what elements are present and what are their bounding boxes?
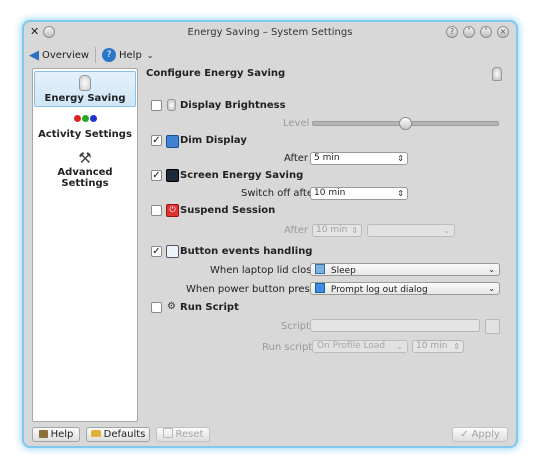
sidebar-item-label: Activity Settings (38, 129, 132, 140)
chevron-down-icon: ⌄ (488, 265, 495, 274)
page-title: Configure Energy Saving (146, 68, 286, 79)
script-path-input[interactable] (310, 319, 480, 332)
power-icon: ⏻ (166, 204, 179, 217)
help-menu-button[interactable]: ? Help ⌄ (102, 46, 154, 64)
dim-after-spinbox[interactable]: 5 min ⇕ (310, 152, 408, 165)
reset-icon (162, 428, 173, 438)
spin-arrows-icon[interactable]: ⇕ (397, 153, 404, 164)
button-events-label: Button events handling (180, 246, 313, 257)
system-settings-window: ✕ Energy Saving – System Settings ? ˅ ˄ … (24, 22, 516, 446)
apply-button[interactable]: ✓ Apply (452, 427, 508, 442)
overview-button[interactable]: ◀ Overview (29, 46, 89, 64)
monitor-icon (166, 135, 179, 148)
lid-closed-label: When laptop lid closed (210, 265, 324, 276)
display-brightness-label: Display Brightness (180, 100, 286, 111)
help-icon: ? (102, 48, 116, 62)
spin-arrows-icon[interactable]: ⇕ (397, 188, 404, 199)
title-bar: ✕ Energy Saving – System Settings ? ˅ ˄ … (24, 22, 516, 44)
power-button-label: When power button pressed (186, 284, 328, 295)
help-label: Help (119, 49, 142, 61)
sidebar: Energy Saving Activity Settings ⚒ Advanc… (32, 68, 138, 422)
suspend-action-combo[interactable]: ⌄ (367, 224, 455, 237)
sidebar-item-advanced-settings[interactable]: ⚒ Advanced Settings (34, 149, 136, 193)
help-button[interactable]: Help (32, 427, 80, 442)
sidebar-item-label: Energy Saving (44, 93, 126, 104)
logout-icon (315, 283, 325, 293)
lid-closed-value: Sleep (330, 266, 356, 276)
lightbulb-icon (79, 75, 91, 91)
run-script-when-combo[interactable]: On Profile Load ⌄ (312, 340, 408, 353)
suspend-session-checkbox[interactable] (151, 205, 162, 216)
defaults-button[interactable]: Defaults (86, 427, 150, 442)
apply-button-label: Apply (471, 429, 500, 440)
suspend-session-label: Suspend Session (180, 205, 276, 216)
dim-after-value: 5 min (314, 153, 340, 163)
spin-arrows-icon[interactable]: ⇕ (453, 341, 460, 352)
chevron-down-icon: ⌄ (443, 226, 450, 235)
level-label: Level (283, 118, 310, 129)
book-icon (38, 430, 48, 438)
tools-icon: ⚒ (78, 149, 92, 167)
sidebar-item-activity-settings[interactable]: Activity Settings (34, 115, 136, 145)
power-button-combo[interactable]: Prompt log out dialog ⌄ (310, 282, 500, 295)
reset-button[interactable]: Reset (156, 427, 210, 442)
suspend-after-spinbox[interactable]: 10 min ⇕ (312, 224, 362, 237)
sidebar-item-label: Advanced Settings (57, 167, 113, 189)
run-script-time-spinbox[interactable]: 10 min ⇕ (412, 340, 464, 353)
dim-display-checkbox[interactable]: ✓ (151, 135, 162, 146)
button-events-icon (166, 245, 179, 258)
back-arrow-icon: ◀ (29, 47, 39, 63)
chevron-down-icon: ⌄ (396, 342, 403, 351)
chevron-down-icon: ⌄ (488, 284, 495, 293)
switch-off-value: 10 min (314, 188, 346, 198)
reset-button-label: Reset (175, 429, 204, 440)
button-events-checkbox[interactable]: ✓ (151, 246, 162, 257)
toolbar: ◀ Overview ? Help ⌄ (24, 44, 516, 66)
lightbulb-icon (167, 99, 176, 111)
spin-arrows-icon[interactable]: ⇕ (351, 225, 358, 236)
folder-browse-icon[interactable] (485, 319, 500, 334)
maximize-icon[interactable]: ˄ (480, 26, 492, 38)
activity-dots-icon (70, 115, 100, 125)
chevron-down-icon: ⌄ (146, 50, 154, 60)
switch-off-label: Switch off after (241, 188, 318, 199)
dim-after-label: After (284, 153, 309, 164)
minimize-icon[interactable]: ˅ (463, 26, 475, 38)
screen-energy-label: Screen Energy Saving (180, 170, 304, 181)
overview-label: Overview (42, 49, 90, 61)
help-button-label: Help (50, 429, 74, 440)
dim-display-label: Dim Display (180, 135, 247, 146)
gear-icon: ⚙ (167, 301, 176, 312)
power-button-value: Prompt log out dialog (330, 285, 428, 295)
help-window-icon[interactable]: ? (446, 26, 458, 38)
script-label: Script (281, 321, 311, 332)
display-brightness-checkbox[interactable] (151, 100, 162, 111)
brightness-slider-handle[interactable] (399, 117, 412, 130)
defaults-icon (90, 430, 101, 437)
window-title: Energy Saving – System Settings (187, 27, 353, 38)
screen-icon (166, 169, 179, 182)
run-script-when-label: Run script (262, 342, 313, 353)
run-script-time-value: 10 min (416, 341, 448, 351)
suspend-after-label: After (284, 225, 309, 236)
suspend-after-value: 10 min (316, 225, 348, 235)
lid-closed-combo[interactable]: Sleep ⌄ (310, 263, 500, 276)
switch-off-spinbox[interactable]: 10 min ⇕ (310, 187, 408, 200)
checkmark-icon: ✓ (460, 429, 469, 440)
close-icon[interactable]: × (497, 26, 509, 38)
run-script-when-value: On Profile Load (317, 341, 386, 351)
screen-energy-checkbox[interactable]: ✓ (151, 170, 162, 181)
sidebar-item-energy-saving[interactable]: Energy Saving (34, 71, 136, 107)
lightbulb-icon (492, 67, 502, 81)
defaults-button-label: Defaults (103, 429, 146, 440)
run-script-label: Run Script (180, 302, 239, 313)
sleep-icon (315, 264, 325, 274)
run-script-checkbox[interactable] (151, 302, 162, 313)
toolbar-divider (95, 47, 96, 63)
